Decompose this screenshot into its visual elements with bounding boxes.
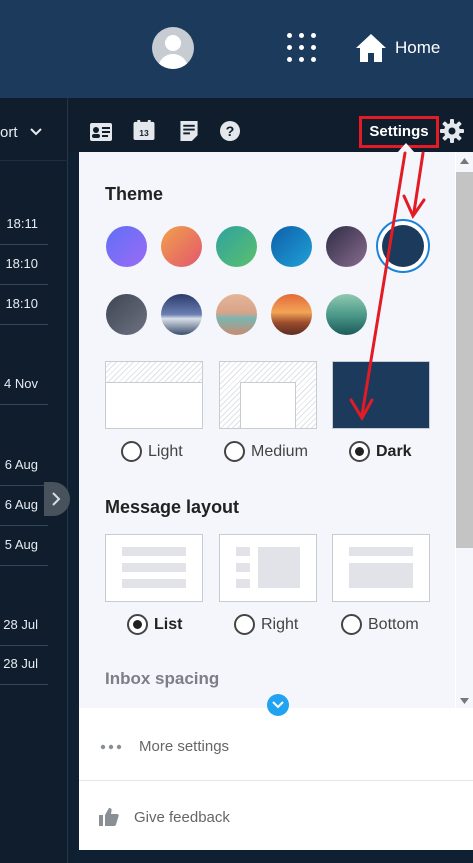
message-row[interactable]: 18:11 (0, 205, 48, 245)
message-row[interactable]: 6 Aug (0, 486, 48, 526)
message-row[interactable]: 18:10 (0, 285, 48, 325)
more-settings-link[interactable]: More settings (79, 738, 473, 774)
layout-bottom-option[interactable]: Bottom (341, 614, 419, 635)
theme-swatch-purple[interactable] (106, 226, 147, 267)
theme-mode-dark-option[interactable]: Dark (349, 441, 412, 462)
give-feedback-label: Give feedback (134, 809, 230, 826)
theme-swatch-sunset[interactable] (161, 226, 202, 267)
chevron-right-icon (52, 492, 61, 506)
top-header: Home (0, 0, 473, 98)
svg-text:?: ? (226, 124, 235, 140)
theme-swatch-blue[interactable] (271, 226, 312, 267)
radio-dark[interactable] (349, 441, 370, 462)
radio-right[interactable] (234, 614, 255, 635)
theme-mode-card-light[interactable] (105, 361, 203, 429)
message-row[interactable]: 5 Aug (0, 526, 48, 566)
svg-text:13: 13 (139, 128, 149, 138)
scroll-more-button[interactable] (267, 694, 289, 716)
layout-card-right[interactable] (219, 534, 317, 602)
theme-swatch-autumn[interactable] (271, 294, 312, 335)
ellipsis-icon (100, 744, 122, 750)
radio-bottom[interactable] (341, 614, 362, 635)
gear-icon[interactable] (440, 119, 464, 143)
settings-scroll-area[interactable]: Theme Light Medium Dark Message layout L… (79, 152, 455, 708)
scroll-down-arrow-icon[interactable] (460, 698, 469, 704)
contact-card-icon[interactable] (90, 122, 112, 142)
layout-card-bottom[interactable] (332, 534, 430, 602)
theme-title: Theme (105, 184, 164, 204)
help-icon[interactable]: ? (219, 121, 241, 141)
thumbs-up-icon (99, 808, 119, 826)
theme-swatch-dark-navy[interactable] (382, 225, 424, 267)
more-settings-label: More settings (139, 738, 230, 755)
scrollbar-thumb[interactable] (456, 172, 473, 548)
theme-swatch-mountains[interactable] (161, 294, 202, 335)
message-row[interactable]: 4 Nov (0, 365, 48, 405)
theme-mode-light-option[interactable]: Light (121, 441, 183, 462)
chevron-down-icon (30, 128, 42, 136)
message-list-pane: ort 18:11 18:10 18:10 4 Nov 6 Aug 6 Aug … (0, 98, 68, 863)
theme-swatch-desert[interactable] (216, 294, 257, 335)
layout-right-option[interactable]: Right (234, 614, 298, 635)
message-row[interactable]: 18:10 (0, 245, 48, 285)
message-layout-title: Message layout (105, 497, 240, 517)
theme-mode-card-dark[interactable] (332, 361, 430, 429)
inbox-spacing-title: Inbox spacing (105, 669, 220, 688)
theme-swatch-slate[interactable] (106, 294, 147, 335)
theme-mode-card-medium[interactable] (219, 361, 317, 429)
radio-light[interactable] (121, 441, 142, 462)
theme-swatch-green[interactable] (216, 226, 257, 267)
message-row[interactable]: 28 Jul (0, 606, 48, 646)
settings-button[interactable]: Settings (359, 116, 439, 148)
notes-icon[interactable] (178, 121, 200, 141)
theme-swatch-lake[interactable] (326, 294, 367, 335)
home-button[interactable]: Home (355, 30, 440, 66)
user-avatar-icon[interactable] (152, 27, 194, 69)
chevron-down-icon (272, 701, 284, 709)
sort-label: ort (0, 124, 18, 141)
calendar-icon[interactable]: 13 (133, 120, 155, 140)
theme-mode-medium-option[interactable]: Medium (224, 441, 308, 462)
home-icon (356, 34, 386, 62)
give-feedback-link[interactable]: Give feedback (79, 808, 473, 844)
radio-list[interactable] (127, 614, 148, 635)
app-grid-icon[interactable] (287, 33, 317, 63)
layout-list-option[interactable]: List (127, 614, 182, 635)
layout-card-list[interactable] (105, 534, 203, 602)
message-row[interactable]: 28 Jul (0, 645, 48, 685)
message-row[interactable]: 6 Aug (0, 446, 48, 486)
settings-scrollbar[interactable] (456, 152, 473, 708)
scroll-up-icon[interactable] (460, 158, 469, 164)
theme-swatch-dusk[interactable] (326, 226, 367, 267)
home-label: Home (395, 38, 441, 57)
radio-medium[interactable] (224, 441, 245, 462)
settings-panel: Theme Light Medium Dark Message layout L… (79, 152, 473, 850)
